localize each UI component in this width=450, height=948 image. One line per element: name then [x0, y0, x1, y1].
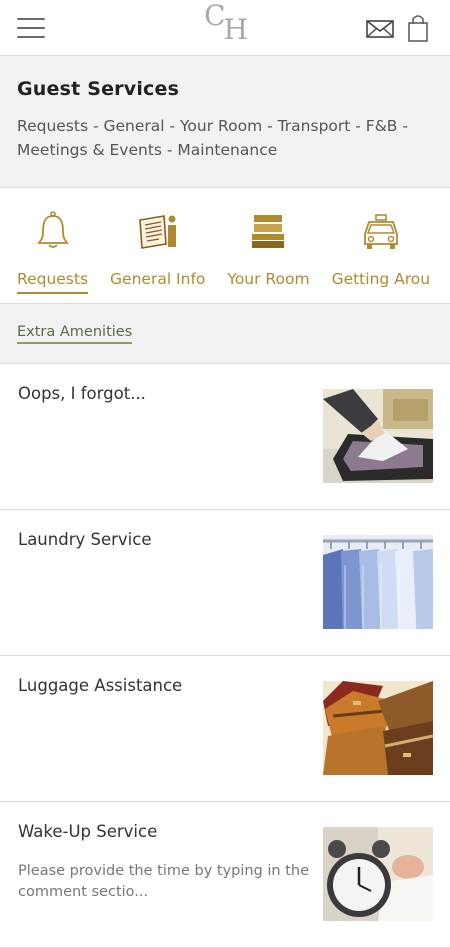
tab-requests[interactable]: Requests: [17, 188, 89, 303]
top-bar: CH: [0, 0, 450, 56]
taxi-icon: [363, 214, 398, 249]
item-title: Laundry Service: [18, 530, 152, 549]
page-subtitle: Requests - General - Your Room - Transpo…: [17, 117, 408, 159]
menu-icon[interactable]: [17, 17, 45, 38]
alarm-clock-image: [323, 827, 433, 921]
bell-icon: [36, 211, 69, 248]
item-title: Wake-Up Service: [18, 822, 158, 841]
hotel-logo: CH: [204, 0, 248, 46]
page-title: Guest Services: [17, 78, 180, 100]
list-item[interactable]: Wake-Up Service Please provide the time …: [0, 802, 450, 948]
subcategory-link[interactable]: Extra Amenities: [17, 324, 133, 344]
tab-general-info[interactable]: General Info: [110, 188, 205, 303]
mail-icon[interactable]: [366, 18, 394, 38]
item-title: Luggage Assistance: [18, 676, 183, 695]
item-title: Oops, I forgot...: [18, 384, 146, 403]
hanging-shirts-image: [323, 535, 433, 629]
tab-your-room[interactable]: Your Room: [227, 188, 310, 303]
vintage-suitcases-image: [323, 681, 433, 775]
packing-suitcase-image: [323, 389, 433, 483]
shopping-bag-icon[interactable]: [408, 14, 428, 42]
list-item[interactable]: Luggage Assistance: [0, 656, 450, 802]
list-item[interactable]: Laundry Service: [0, 510, 450, 656]
tab-getting-around[interactable]: Getting Arou: [332, 188, 430, 303]
item-description: Please provide the time by typing in the…: [18, 863, 310, 900]
page-header: Guest Services Requests - General - Your…: [0, 56, 450, 188]
subcategory-bar: Extra Amenities: [0, 304, 450, 364]
bed-icon: [252, 215, 285, 248]
info-document-icon: [138, 215, 176, 249]
list-item[interactable]: Oops, I forgot...: [0, 364, 450, 510]
category-tabs: Requests General Info Your Room Getting …: [0, 188, 450, 304]
